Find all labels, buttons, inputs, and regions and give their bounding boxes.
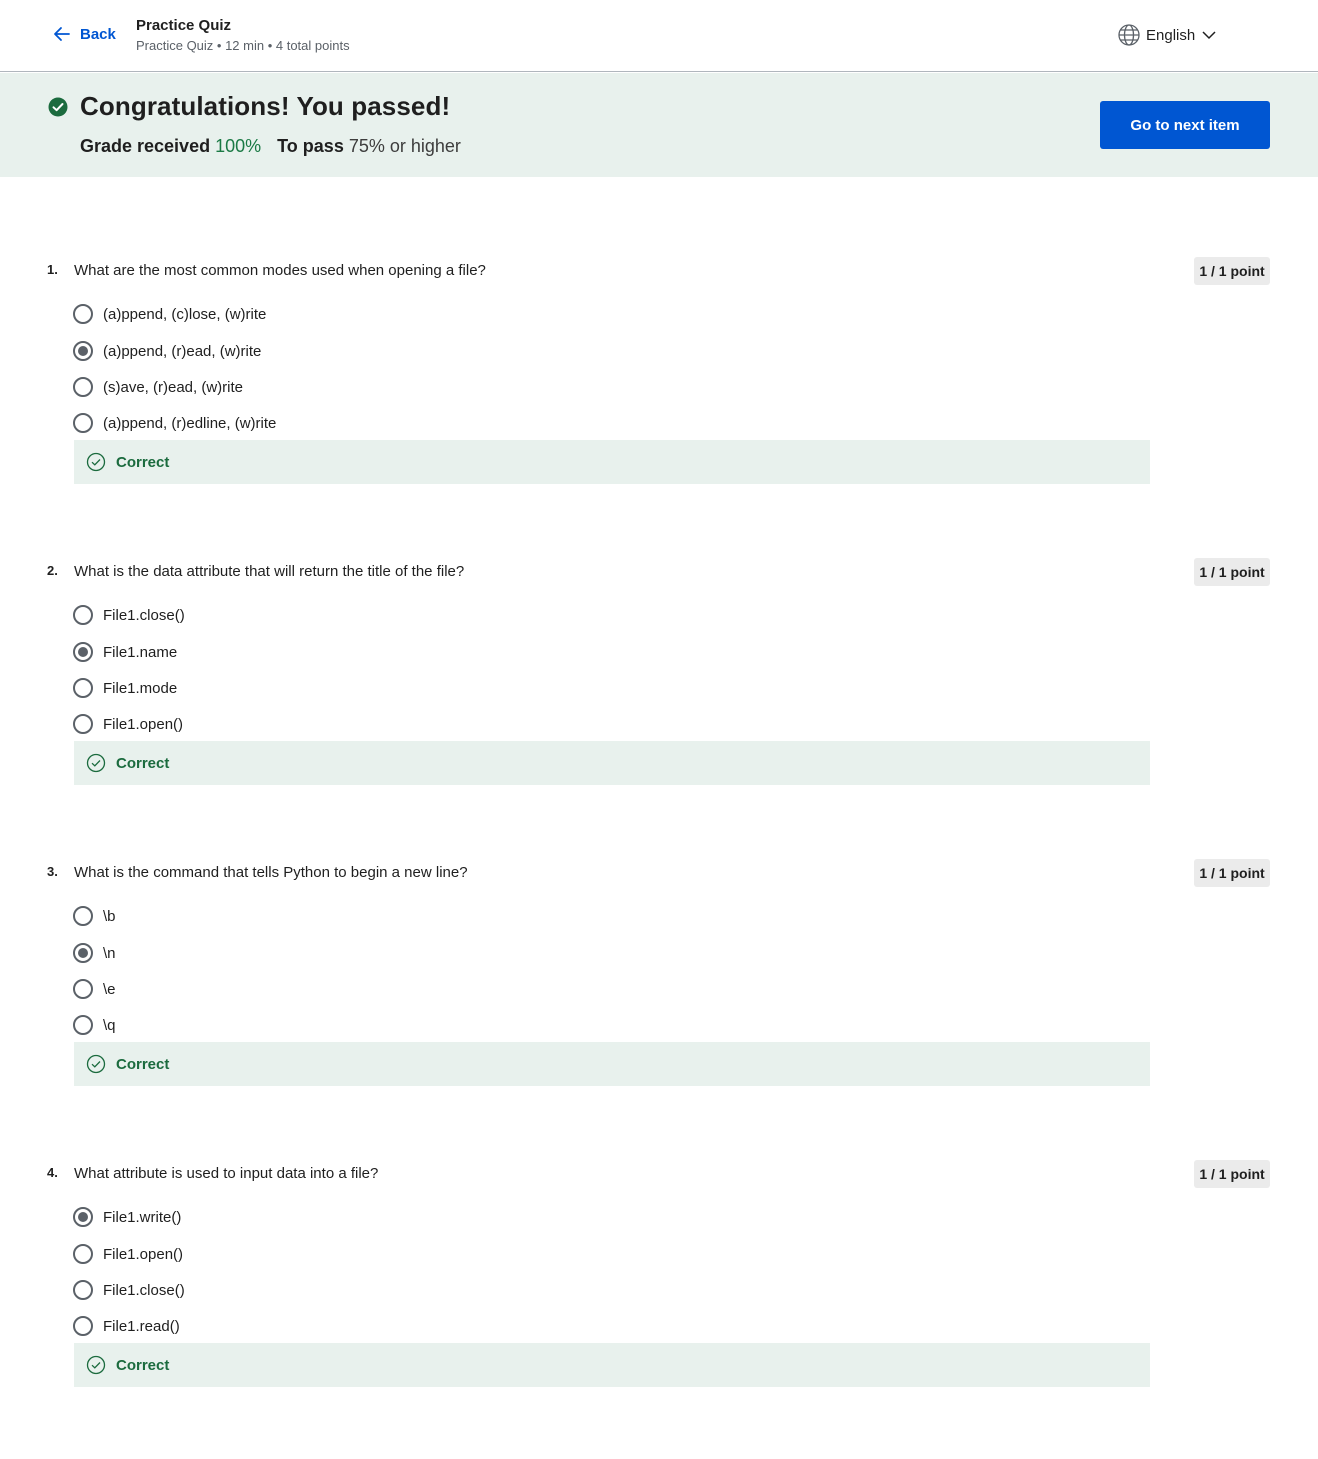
answer-option[interactable]: File1.close() — [73, 1280, 185, 1300]
correct-feedback: Correct — [74, 741, 1150, 785]
question-number: 1. — [47, 262, 58, 277]
option-label: (a)ppend, (c)lose, (w)rite — [103, 305, 267, 323]
back-button[interactable]: Back — [52, 24, 116, 44]
arrow-left-icon — [54, 27, 70, 41]
radio-button-selected[interactable] — [73, 1207, 93, 1227]
radio-button[interactable] — [73, 1244, 93, 1264]
answer-option[interactable]: File1.mode — [73, 678, 177, 698]
radio-button[interactable] — [73, 1280, 93, 1300]
answer-option[interactable]: (s)ave, (r)ead, (w)rite — [73, 377, 243, 397]
answer-option[interactable]: \b — [73, 906, 116, 926]
option-label: \q — [103, 1016, 116, 1034]
option-label: File1.close() — [103, 606, 185, 624]
chevron-down-icon — [1202, 31, 1216, 40]
question-text: What attribute is used to input data int… — [74, 1165, 379, 1182]
question-number: 2. — [47, 563, 58, 578]
correct-feedback: Correct — [74, 1343, 1150, 1387]
radio-button[interactable] — [73, 605, 93, 625]
radio-button[interactable] — [73, 906, 93, 926]
radio-button-selected[interactable] — [73, 943, 93, 963]
answer-option[interactable]: File1.open() — [73, 1244, 183, 1264]
language-selector[interactable]: English — [1118, 24, 1217, 46]
check-circle-outline-icon — [86, 452, 106, 472]
option-label: File1.write() — [103, 1208, 182, 1226]
check-circle-outline-icon — [86, 1355, 106, 1375]
question-number: 3. — [47, 864, 58, 879]
points-badge: 1 / 1 point — [1194, 859, 1270, 887]
back-label: Back — [80, 25, 116, 43]
check-circle-outline-icon — [86, 753, 106, 773]
question-text: What are the most common modes used when… — [74, 262, 486, 279]
pass-heading: Congratulations! You passed! — [80, 91, 451, 121]
radio-button[interactable] — [73, 678, 93, 698]
question-3: 3. What is the command that tells Python… — [0, 859, 1318, 1114]
question-text: What is the command that tells Python to… — [74, 864, 468, 881]
radio-button[interactable] — [73, 304, 93, 324]
option-label: \e — [103, 980, 116, 998]
radio-button[interactable] — [73, 979, 93, 999]
check-circle-filled-icon — [48, 97, 68, 117]
go-to-next-item-button[interactable]: Go to next item — [1100, 101, 1270, 149]
option-label: File1.read() — [103, 1317, 180, 1335]
question-2: 2. What is the data attribute that will … — [0, 558, 1318, 813]
radio-button[interactable] — [73, 1015, 93, 1035]
question-number: 4. — [47, 1165, 58, 1180]
question-4: 4. What attribute is used to input data … — [0, 1160, 1318, 1415]
points-badge: 1 / 1 point — [1194, 1160, 1270, 1188]
option-label: \b — [103, 907, 116, 925]
top-header: Back Practice Quiz Practice Quiz • 12 mi… — [0, 0, 1318, 72]
pass-label: To pass — [277, 136, 344, 156]
radio-button[interactable] — [73, 413, 93, 433]
answer-option[interactable]: File1.write() — [73, 1207, 181, 1227]
option-label: (s)ave, (r)ead, (w)rite — [103, 378, 244, 396]
option-label: File1.close() — [103, 1281, 185, 1299]
pass-value: 75% or higher — [348, 136, 461, 156]
feedback-label: Correct — [116, 1055, 170, 1073]
option-label: (a)ppend, (r)edline, (w)rite — [103, 414, 277, 432]
option-label: File1.open() — [103, 715, 184, 733]
radio-button[interactable] — [73, 377, 93, 397]
answer-option[interactable]: File1.read() — [73, 1316, 180, 1336]
page-subtitle: Practice Quiz • 12 min • 4 total points — [136, 38, 350, 53]
option-label: File1.mode — [103, 679, 178, 697]
grade-label: Grade received — [80, 136, 211, 156]
answer-option[interactable]: (a)ppend, (c)lose, (w)rite — [73, 304, 266, 324]
radio-button[interactable] — [73, 1316, 93, 1336]
radio-button-selected[interactable] — [73, 341, 93, 361]
radio-button[interactable] — [73, 714, 93, 734]
option-label: File1.open() — [103, 1245, 184, 1263]
check-circle-outline-icon — [86, 1054, 106, 1074]
option-label: \n — [103, 944, 116, 962]
page-title: Practice Quiz — [136, 17, 232, 34]
answer-option[interactable]: File1.close() — [73, 605, 185, 625]
answer-option[interactable]: File1.open() — [73, 714, 183, 734]
feedback-label: Correct — [116, 453, 170, 471]
correct-feedback: Correct — [74, 440, 1150, 484]
option-label: File1.name — [103, 643, 178, 661]
answer-option[interactable]: \n — [73, 943, 116, 963]
grade-received: Grade received 100% — [80, 136, 261, 157]
grade-summary: Grade received 100% To pass 75% or highe… — [80, 136, 461, 157]
correct-feedback: Correct — [74, 1042, 1150, 1086]
language-label: English — [1146, 26, 1196, 44]
quiz-title-block: Practice Quiz Practice Quiz • 12 min • 4… — [136, 17, 350, 53]
points-badge: 1 / 1 point — [1194, 257, 1270, 285]
pass-threshold: To pass 75% or higher — [277, 136, 461, 157]
feedback-label: Correct — [116, 754, 170, 772]
answer-option[interactable]: File1.name — [73, 642, 177, 662]
question-1: 1. What are the most common modes used w… — [0, 257, 1318, 512]
answer-option[interactable]: (a)ppend, (r)edline, (w)rite — [73, 413, 276, 433]
question-text: What is the data attribute that will ret… — [74, 563, 465, 580]
points-badge: 1 / 1 point — [1194, 558, 1270, 586]
pass-banner: Congratulations! You passed! Grade recei… — [0, 73, 1318, 177]
option-label: (a)ppend, (r)ead, (w)rite — [103, 342, 262, 360]
globe-icon — [1118, 24, 1140, 46]
grade-value: 100% — [215, 136, 262, 156]
answer-option[interactable]: \e — [73, 979, 116, 999]
feedback-label: Correct — [116, 1356, 170, 1374]
radio-button-selected[interactable] — [73, 642, 93, 662]
answer-option[interactable]: \q — [73, 1015, 116, 1035]
answer-option[interactable]: (a)ppend, (r)ead, (w)rite — [73, 341, 261, 361]
